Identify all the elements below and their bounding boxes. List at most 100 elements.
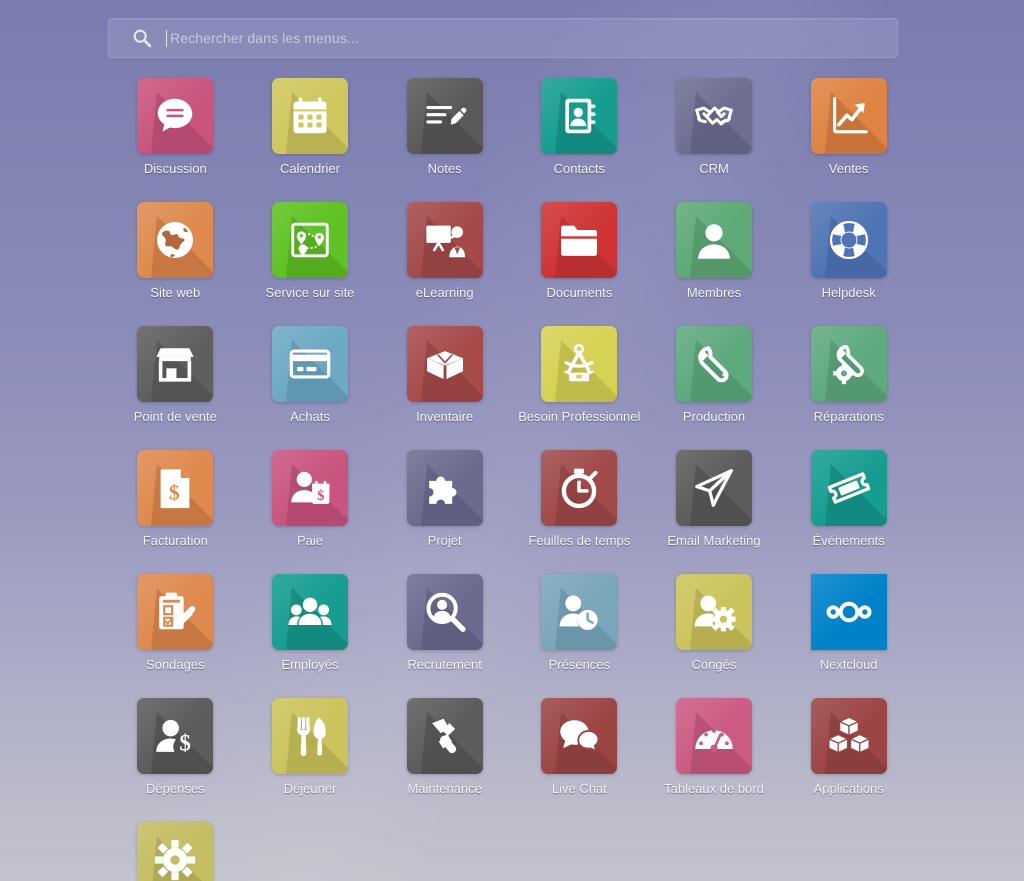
app-tile[interactable]: Configuration — [108, 822, 243, 881]
app-tile[interactable]: $ Dépenses — [108, 698, 243, 796]
app-grid: Discussion Calendrier Notes Contacts CRM… — [108, 78, 916, 881]
app-tile[interactable]: Congés — [647, 574, 782, 672]
app-tile[interactable]: Service sur site — [243, 202, 378, 300]
app-tile[interactable]: Notes — [377, 78, 512, 176]
puzzle-piece-icon[interactable] — [406, 450, 483, 526]
life-ring-icon[interactable] — [810, 202, 887, 278]
app-tile[interactable]: Achats — [243, 326, 378, 424]
people-group-icon[interactable] — [271, 574, 348, 650]
app-label: Nextcloud — [819, 657, 878, 672]
app-label: Paie — [296, 533, 323, 548]
app-label: Sondages — [146, 657, 205, 672]
paper-plane-icon[interactable] — [675, 450, 752, 526]
app-tile[interactable]: Réparations — [781, 326, 916, 424]
whiteboard-teacher-icon[interactable] — [406, 202, 483, 278]
app-tile[interactable]: Déjeuner — [243, 698, 378, 796]
app-tile[interactable]: Discussion — [108, 78, 243, 176]
calendar-icon[interactable] — [271, 78, 348, 154]
app-label: Événements — [812, 533, 885, 548]
app-tile[interactable]: Documents — [512, 202, 647, 300]
app-tile[interactable]: Maintenance — [377, 698, 512, 796]
svg-text:$: $ — [169, 481, 180, 505]
app-label: Production — [682, 409, 746, 424]
person-clock-icon[interactable] — [541, 574, 618, 650]
invoice-dollar-icon[interactable]: $ — [137, 450, 214, 526]
storefront-icon[interactable] — [137, 326, 214, 402]
app-tile[interactable]: Membres — [647, 202, 782, 300]
app-tile[interactable]: Événements — [781, 450, 916, 548]
app-label: Tableaux de bord — [664, 781, 764, 796]
app-tile[interactable]: Sondages — [108, 574, 243, 672]
wrench-gear-icon[interactable] — [810, 326, 887, 402]
app-tile[interactable]: $ Paie — [243, 450, 378, 548]
search-input-container[interactable]: Rechercher dans les menus... — [108, 18, 898, 58]
hammer-icon[interactable] — [406, 698, 483, 774]
app-label: Point de vente — [133, 409, 217, 424]
note-pencil-icon[interactable] — [406, 78, 483, 154]
person-icon[interactable] — [675, 202, 752, 278]
app-tile[interactable]: Contacts — [512, 78, 647, 176]
globe-icon[interactable] — [137, 202, 214, 278]
svg-text:$: $ — [180, 730, 192, 755]
app-label: Calendrier — [280, 161, 340, 176]
app-label: CRM — [699, 161, 729, 176]
person-search-icon[interactable] — [406, 574, 483, 650]
person-gear-icon[interactable] — [675, 574, 752, 650]
app-tile[interactable]: Projet — [377, 450, 512, 548]
app-tile[interactable]: Production — [647, 326, 782, 424]
gauge-icon[interactable] — [675, 698, 752, 774]
folder-icon[interactable] — [541, 202, 618, 278]
app-tile[interactable]: CRM — [647, 78, 782, 176]
app-tile[interactable]: Helpdesk — [781, 202, 916, 300]
app-label: Dépenses — [146, 781, 205, 796]
wrench-icon[interactable] — [675, 326, 752, 402]
credit-card-icon[interactable] — [271, 326, 348, 402]
cubes-icon[interactable] — [810, 698, 887, 774]
app-label: Service sur site — [265, 285, 355, 300]
app-tile[interactable]: Ventes — [781, 78, 916, 176]
chart-up-icon[interactable] — [810, 78, 887, 154]
app-tile[interactable]: Point de vente — [108, 326, 243, 424]
gear-icon[interactable] — [137, 822, 214, 881]
app-label: Live Chat — [551, 781, 607, 796]
app-tile[interactable]: Live Chat — [512, 698, 647, 796]
person-money-icon[interactable]: $ — [271, 450, 348, 526]
app-tile[interactable]: Recrutement — [377, 574, 512, 672]
app-tile[interactable]: Feuilles de temps — [512, 450, 647, 548]
app-tile[interactable]: Employés — [243, 574, 378, 672]
app-tile[interactable]: Présences — [512, 574, 647, 672]
chat-bubble-icon[interactable] — [137, 78, 214, 154]
search-icon — [132, 28, 152, 48]
app-label: Membres — [686, 285, 742, 300]
app-label: Documents — [546, 285, 613, 300]
stopwatch-icon[interactable] — [541, 450, 618, 526]
app-tile[interactable]: Besoin Professionnel — [512, 326, 647, 424]
app-label: Site web — [150, 285, 201, 300]
chat-bubbles-icon[interactable] — [541, 698, 618, 774]
map-pins-icon[interactable] — [271, 202, 348, 278]
handshake-icon[interactable] — [675, 78, 752, 154]
app-tile[interactable]: Site web — [108, 202, 243, 300]
ticket-icon[interactable] — [810, 450, 887, 526]
address-book-icon[interactable] — [541, 78, 618, 154]
person-dollar-icon[interactable]: $ — [137, 698, 214, 774]
app-label: Déjeuner — [283, 781, 337, 796]
app-tile[interactable]: Inventaire — [377, 326, 512, 424]
app-tile[interactable]: Calendrier — [243, 78, 378, 176]
app-tile[interactable]: eLearning — [377, 202, 512, 300]
app-launcher-page: Rechercher dans les menus... Discussion … — [0, 0, 1024, 881]
app-label: Achats — [290, 409, 330, 424]
app-label: Applications — [813, 781, 884, 796]
app-tile[interactable]: Nextcloud — [781, 574, 916, 672]
app-tile[interactable]: Applications — [781, 698, 916, 796]
app-label: Congés — [691, 657, 737, 672]
clipboard-pencil-icon[interactable] — [137, 574, 214, 650]
fork-knife-icon[interactable] — [271, 698, 348, 774]
open-box-icon[interactable] — [406, 326, 483, 402]
nextcloud-logo-icon[interactable] — [810, 574, 887, 650]
easel-drafting-icon[interactable] — [541, 326, 618, 402]
app-tile[interactable]: Email Marketing — [647, 450, 782, 548]
app-tile[interactable]: Tableaux de bord — [647, 698, 782, 796]
app-tile[interactable]: $ Facturation — [108, 450, 243, 548]
search-bar[interactable]: Rechercher dans les menus... — [108, 18, 898, 58]
